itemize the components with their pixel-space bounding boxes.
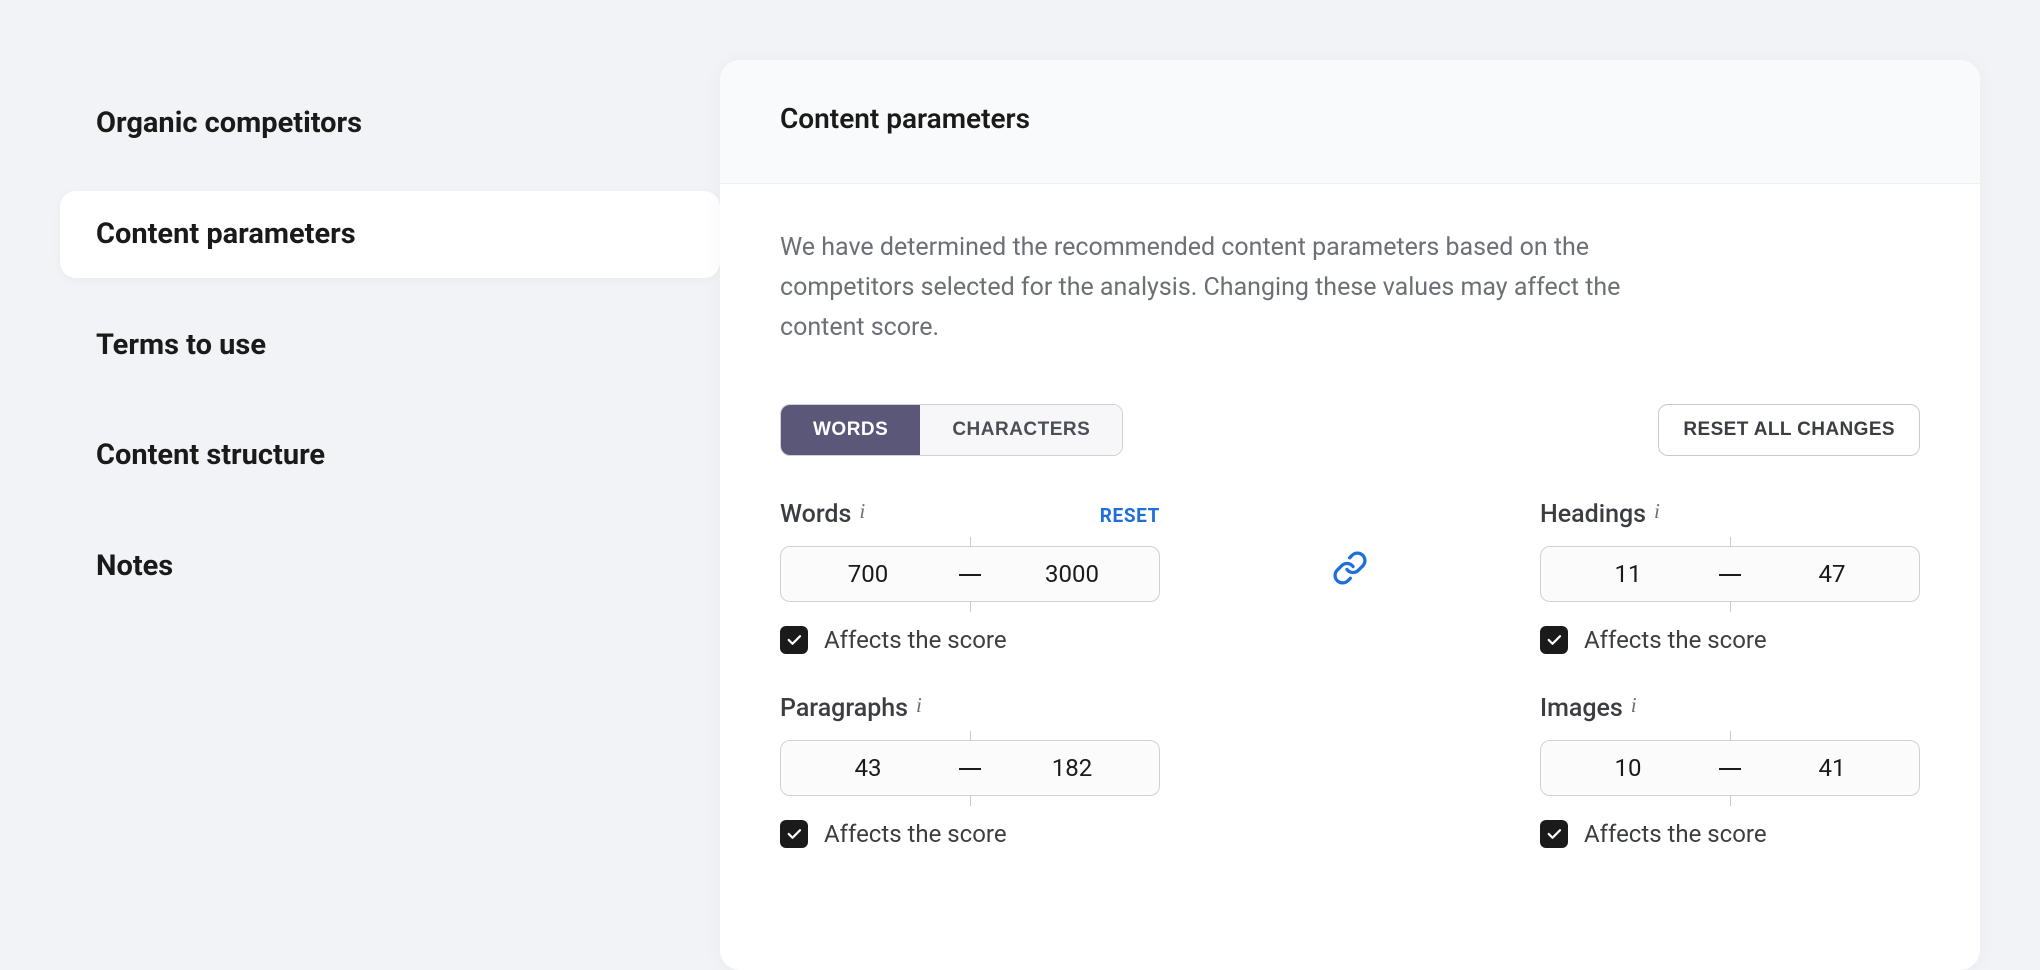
sidebar-item-content-parameters[interactable]: Content parameters xyxy=(60,191,720,278)
headings-max-input[interactable] xyxy=(1745,560,1919,588)
param-words-label: Words xyxy=(780,500,851,529)
images-range-input xyxy=(1540,740,1920,796)
check-icon xyxy=(785,631,803,649)
panel-title: Content parameters xyxy=(780,102,1920,135)
param-headings-label: Headings xyxy=(1540,500,1646,529)
link-icon[interactable] xyxy=(1332,550,1368,590)
paragraphs-max-input[interactable] xyxy=(985,754,1159,782)
words-affects-checkbox[interactable] xyxy=(780,626,808,654)
headings-affects-checkbox[interactable] xyxy=(1540,626,1568,654)
check-icon xyxy=(1545,825,1563,843)
info-icon[interactable]: i xyxy=(916,693,922,718)
headings-affects-label: Affects the score xyxy=(1584,626,1767,654)
settings-sidebar: Organic competitors Content parameters T… xyxy=(60,60,720,970)
words-min-input[interactable] xyxy=(781,560,955,588)
unit-toggle-words[interactable]: Words xyxy=(781,405,920,455)
reset-all-button[interactable]: Reset all changes xyxy=(1658,404,1920,456)
sidebar-item-content-structure[interactable]: Content structure xyxy=(60,412,720,499)
images-min-input[interactable] xyxy=(1541,754,1715,782)
words-range-input xyxy=(780,546,1160,602)
paragraphs-affects-label: Affects the score xyxy=(824,820,1007,848)
headings-min-input[interactable] xyxy=(1541,560,1715,588)
range-separator-icon xyxy=(1715,565,1745,584)
param-images: Images i Affects the score xyxy=(1540,694,1920,848)
range-separator-icon xyxy=(1715,759,1745,778)
paragraphs-affects-checkbox[interactable] xyxy=(780,820,808,848)
content-parameters-panel: Content parameters We have determined th… xyxy=(720,60,1980,970)
panel-header: Content parameters xyxy=(720,60,1980,184)
info-icon[interactable]: i xyxy=(1654,499,1660,524)
headings-range-input xyxy=(1540,546,1920,602)
check-icon xyxy=(1545,631,1563,649)
paragraphs-min-input[interactable] xyxy=(781,754,955,782)
range-separator-icon xyxy=(955,759,985,778)
images-max-input[interactable] xyxy=(1745,754,1919,782)
range-separator-icon xyxy=(955,565,985,584)
param-words: Words i Reset Affects the score xyxy=(780,500,1160,654)
reset-words-button[interactable]: Reset xyxy=(1100,504,1160,527)
param-paragraphs-label: Paragraphs xyxy=(780,694,908,723)
images-affects-checkbox[interactable] xyxy=(1540,820,1568,848)
sidebar-item-notes[interactable]: Notes xyxy=(60,523,720,610)
unit-toggle: Words Characters xyxy=(780,404,1123,456)
param-paragraphs: Paragraphs i Affects the score xyxy=(780,694,1160,848)
param-images-label: Images xyxy=(1540,694,1623,723)
words-max-input[interactable] xyxy=(985,560,1159,588)
info-icon[interactable]: i xyxy=(1631,693,1637,718)
info-icon[interactable]: i xyxy=(859,499,865,524)
images-affects-label: Affects the score xyxy=(1584,820,1767,848)
check-icon xyxy=(785,825,803,843)
words-affects-label: Affects the score xyxy=(824,626,1007,654)
sidebar-item-organic-competitors[interactable]: Organic competitors xyxy=(60,80,720,167)
unit-toggle-characters[interactable]: Characters xyxy=(920,405,1122,455)
panel-description: We have determined the recommended conte… xyxy=(780,228,1670,348)
sidebar-item-terms-to-use[interactable]: Terms to use xyxy=(60,302,720,389)
param-headings: Headings i Affects the score xyxy=(1540,500,1920,654)
paragraphs-range-input xyxy=(780,740,1160,796)
